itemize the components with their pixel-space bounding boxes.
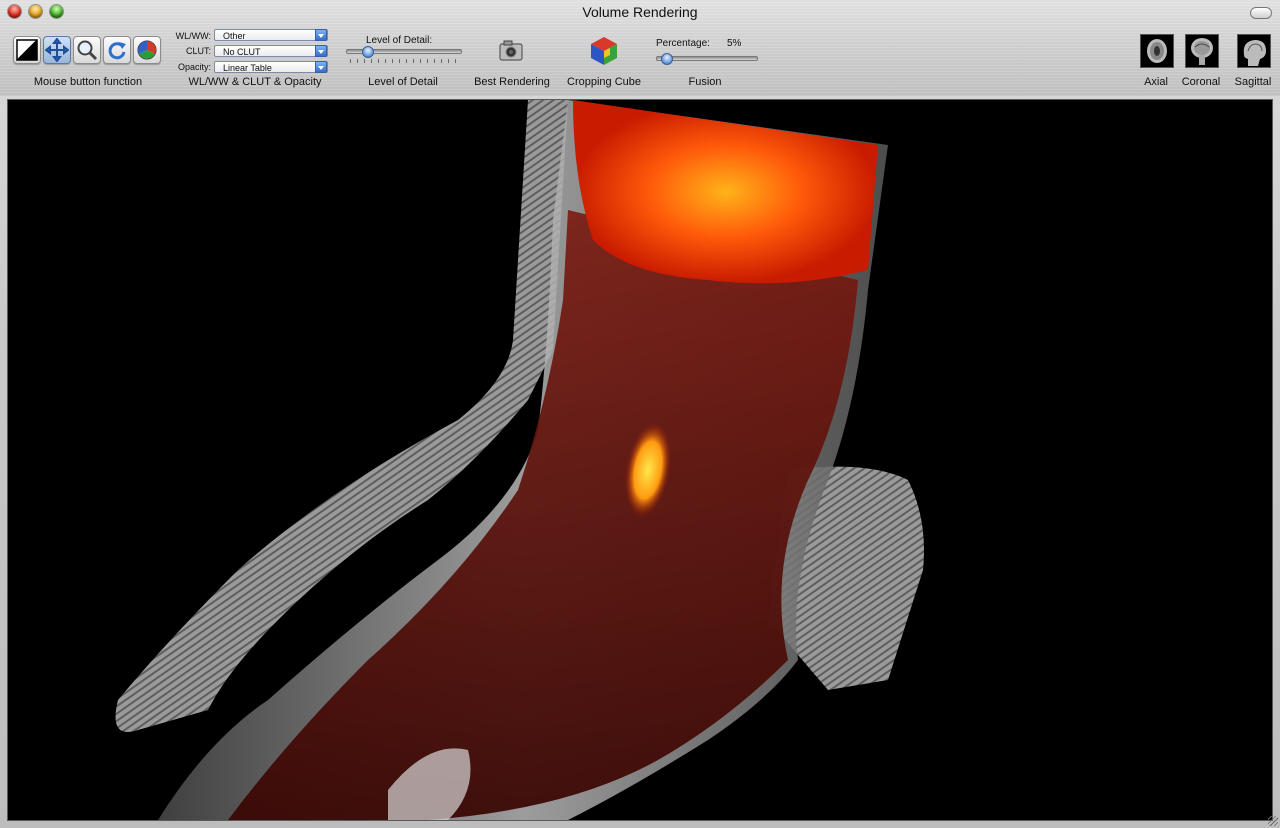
percentage-value: 5% [727, 38, 742, 49]
coronal-label: Coronal [1181, 76, 1221, 88]
clut-label: CLUT: [185, 46, 211, 56]
resize-grip[interactable] [1268, 816, 1278, 826]
level-of-detail-slider-knob[interactable] [361, 46, 374, 58]
chevron-down-icon [315, 45, 327, 57]
3d-rotate-tool-button[interactable] [133, 36, 161, 64]
sagittal-label: Sagittal [1234, 76, 1272, 88]
wl-ww-tool-button[interactable] [13, 36, 41, 64]
volume-rendered-neck-image [115, 100, 924, 820]
coronal-view-button[interactable] [1185, 34, 1219, 68]
magnifier-icon [77, 40, 98, 61]
sagittal-brain-icon [1243, 40, 1266, 66]
axial-label: Axial [1144, 76, 1168, 88]
title-bar[interactable]: Volume Rendering [0, 0, 1280, 24]
opacity-value: Linear Table [223, 63, 272, 73]
axial-view-button[interactable] [1140, 34, 1174, 68]
level-of-detail-title: Level of Detail: [366, 35, 433, 46]
rotate-icon [108, 42, 126, 60]
3d-axes-icon [137, 40, 157, 60]
sagittal-view-button[interactable] [1237, 34, 1271, 68]
cropping-cube-button[interactable] [588, 35, 620, 67]
opacity-label: Opacity: [177, 62, 211, 72]
pan-tool-button[interactable] [43, 36, 71, 64]
rotate-tool-button[interactable] [103, 36, 131, 64]
toolbar-toggle-button[interactable] [1250, 7, 1272, 19]
camera-icon [499, 40, 523, 61]
best-rendering-button[interactable] [496, 36, 528, 66]
level-of-detail-ticks [350, 59, 458, 63]
level-of-detail-label: Level of Detail [368, 76, 438, 88]
axial-brain-icon [1147, 39, 1167, 63]
best-rendering-label: Best Rendering [474, 76, 550, 88]
wlww-clut-opacity-label: WL/WW & CLUT & Opacity [188, 76, 322, 88]
cropping-cube-label: Cropping Cube [567, 76, 641, 88]
fusion-label: Fusion [688, 76, 722, 88]
zoom-tool-button[interactable] [73, 36, 101, 64]
cube-icon [591, 37, 617, 65]
opacity-select[interactable]: Linear Table [214, 61, 328, 73]
volume-rendering-window: Volume Rendering Mouse button function W… [0, 0, 1280, 828]
fusion-percentage-slider-knob[interactable] [660, 53, 673, 65]
coronal-brain-icon [1191, 38, 1213, 65]
clut-select[interactable]: No CLUT [214, 45, 328, 57]
percentage-label: Percentage: [656, 38, 710, 49]
chevron-down-icon [315, 29, 327, 41]
mouse-button-function-label: Mouse button function [33, 76, 143, 88]
wlww-label: WL/WW: [175, 31, 211, 41]
contrast-icon [16, 39, 39, 62]
wlww-select[interactable]: Other [214, 29, 328, 41]
window-title: Volume Rendering [582, 4, 698, 20]
wlww-value: Other [223, 31, 246, 41]
clut-value: No CLUT [223, 47, 261, 57]
volume-rendering-viewport[interactable] [7, 99, 1273, 821]
chevron-down-icon [315, 61, 327, 73]
move-arrows-icon [45, 38, 69, 62]
